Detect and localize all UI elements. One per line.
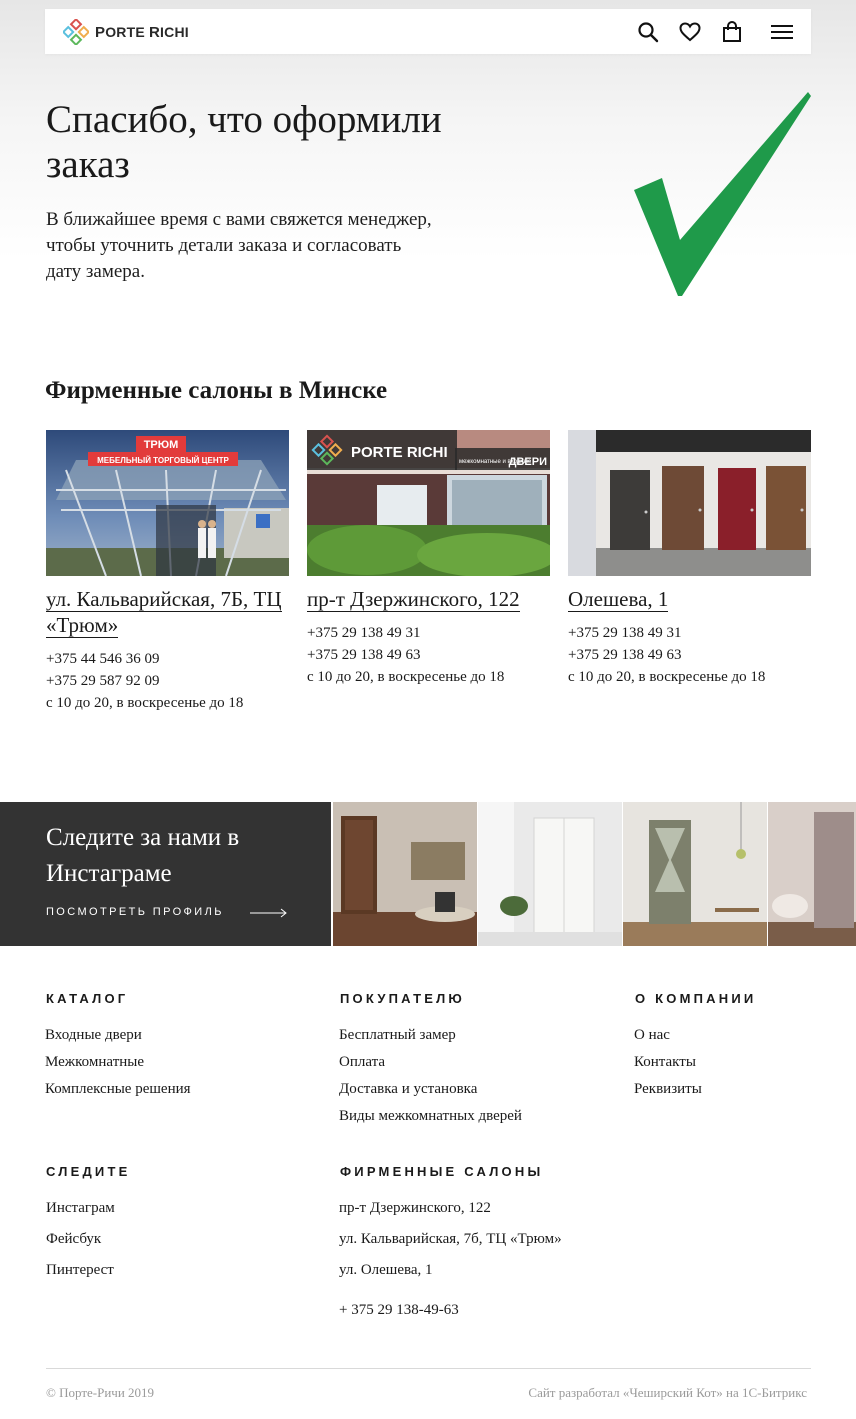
footer-link[interactable]: Входные двери [45,1027,142,1044]
footer-link[interactable]: Реквизиты [634,1081,702,1098]
heart-icon[interactable] [677,19,703,45]
salon-phone[interactable]: +375 44 546 36 09 [46,648,289,670]
instagram-photo[interactable] [333,802,477,946]
footer-link-instagram[interactable]: Инстаграм [46,1200,115,1217]
footer-link[interactable]: ул. Кальварийская, 7б, ТЦ «Трюм» [339,1231,562,1248]
footer-heading-salons: ФИРМЕННЫЕ САЛОНЫ [340,1164,544,1179]
order-confirmation-text: В ближайшее время с вами свяжется менедж… [46,209,432,282]
salon-card: PORTE RICHI межкомнатные и входные ДВЕРИ… [307,430,550,688]
footer-divider [46,1368,811,1369]
footer-link[interactable]: Доставка и установка [339,1081,477,1098]
page-title: Спасибо, что оформили заказ [46,98,442,186]
footer-heading-catalog: КАТАЛОГ [46,991,129,1006]
salon-2-sign-brand: PORTE RICHI [351,444,448,461]
salon-phone[interactable]: +375 29 138 49 63 [307,644,550,666]
instagram-title: Следите за нами в Инстаграме [46,824,240,887]
checkmark-icon [634,92,811,296]
footer-link[interactable]: пр-т Дзержинского, 122 [339,1200,491,1217]
copyright: © Порте-Ричи 2019 [46,1385,155,1400]
instagram-photo[interactable] [768,802,856,946]
footer-link[interactable]: Контакты [634,1054,696,1071]
footer-link[interactable]: Бесплатный замер [339,1027,456,1044]
footer-heading-follow: СЛЕДИТЕ [46,1164,131,1179]
instagram-photo[interactable] [478,802,622,946]
salon-photo-kalvariyskaya: ТРЮМ МЕБЕЛЬНЫЙ ТОРГОВЫЙ ЦЕНТР [46,430,289,576]
salons-heading: Фирменные салоны в Минске [45,377,388,404]
instagram-profile-link[interactable]: ПОСМОТРЕТЬ ПРОФИЛЬ [46,906,224,918]
instagram-promo: Следите за нами в Инстаграме ПОСМОТРЕТЬ … [0,802,331,946]
footer-phone[interactable]: + 375 29 138-49-63 [339,1302,459,1319]
salon-phone[interactable]: +375 29 138 49 31 [307,622,550,644]
logo[interactable]: PORTE RICHI [63,17,189,47]
salon-hours: с 10 до 20, в воскресенье до 18 [568,669,766,685]
salon-photo-olesheva [568,430,811,576]
salon-phone[interactable]: +375 29 138 49 31 [568,622,811,644]
search-icon[interactable] [635,19,661,45]
salon-card: ТРЮМ МЕБЕЛЬНЫЙ ТОРГОВЫЙ ЦЕНТР ул. Кальва… [46,430,289,714]
footer-link[interactable]: Комплексные решения [45,1081,191,1098]
arrow-right-icon[interactable] [250,908,288,918]
salon-address-link[interactable]: ул. Кальварийская, 7Б, ТЦ «Трюм» [46,586,289,638]
footer-heading-company: О КОМПАНИИ [635,991,757,1006]
salon-phone[interactable]: +375 29 587 92 09 [46,670,289,692]
bag-icon[interactable] [719,19,745,45]
salon-hours: с 10 до 20, в воскресенье до 18 [307,669,505,685]
instagram-photo[interactable] [623,802,767,946]
developer-credit[interactable]: Сайт разработал «Чеширский Кот» на 1С-Би… [528,1385,807,1401]
salon-1-sign-top: ТРЮМ [144,439,179,451]
footer-link[interactable]: Оплата [339,1054,385,1071]
logo-text: PORTE RICHI [95,23,189,41]
salon-card: Олешева, 1 +375 29 138 49 31 +375 29 138… [568,430,811,688]
salon-photo-dzerzhinskogo: PORTE RICHI межкомнатные и входные ДВЕРИ [307,430,550,576]
footer-heading-buyer: ПОКУПАТЕЛЮ [340,991,466,1006]
salon-2-sign-doors: ДВЕРИ [509,456,547,468]
menu-icon[interactable] [769,19,795,45]
footer-link[interactable]: Межкомнатные [45,1054,144,1071]
salon-hours: с 10 до 20, в воскресенье до 18 [46,695,244,711]
site-header: PORTE RICHI [45,9,811,54]
footer-link[interactable]: ул. Олешева, 1 [339,1262,433,1279]
logo-mark-icon [63,19,89,45]
footer-link[interactable]: Виды межкомнатных дверей [339,1108,522,1125]
footer-link-pinterest[interactable]: Пинтерест [46,1262,114,1279]
footer-link[interactable]: О нас [634,1027,670,1044]
salon-phone[interactable]: +375 29 138 49 63 [568,644,811,666]
salon-address-link[interactable]: пр-т Дзержинского, 122 [307,586,550,612]
footer-link-facebook[interactable]: Фейсбук [46,1231,101,1248]
salon-1-sign-bottom: МЕБЕЛЬНЫЙ ТОРГОВЫЙ ЦЕНТР [97,456,229,465]
salon-address-link[interactable]: Олешева, 1 [568,586,811,612]
